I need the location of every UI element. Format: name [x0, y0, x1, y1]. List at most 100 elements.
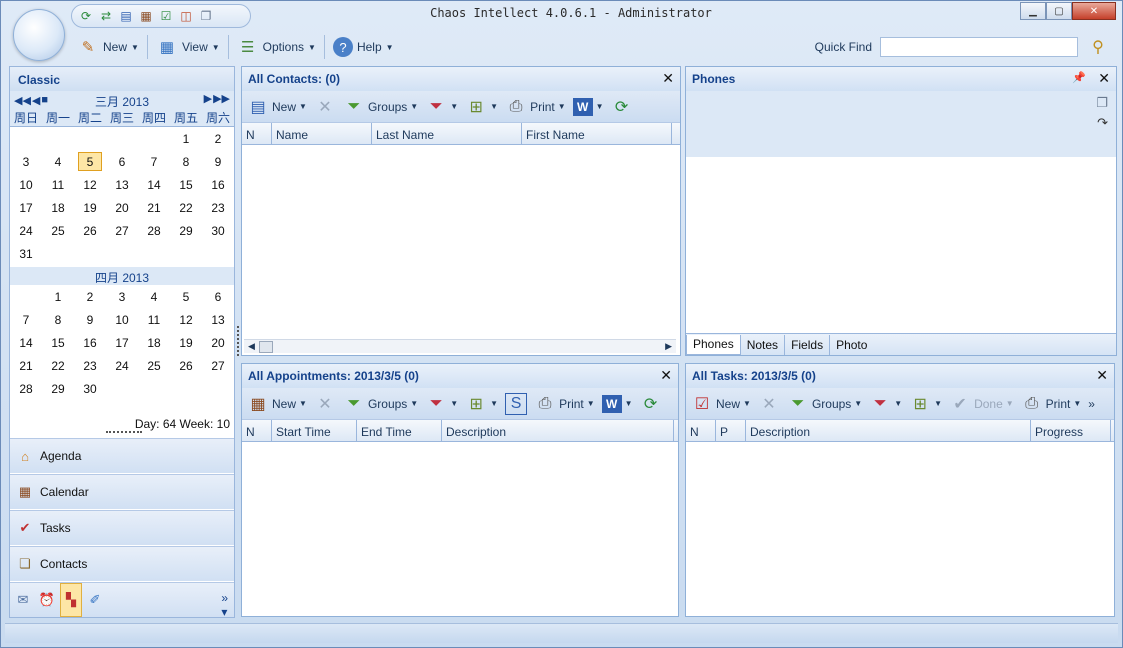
calendar-day[interactable]: 2 — [74, 285, 106, 308]
app-orb-button[interactable] — [13, 9, 65, 61]
search-icon[interactable]: ⚲ — [1086, 35, 1110, 59]
calendar-day[interactable]: 15 — [42, 331, 74, 354]
column-header[interactable]: N — [686, 420, 716, 441]
calendar-day[interactable]: 27 — [202, 354, 234, 377]
column-header[interactable]: P — [716, 420, 746, 441]
next-month-icon[interactable]: ▶ — [204, 92, 212, 105]
calendar-day[interactable]: 22 — [170, 196, 202, 219]
calendar-day[interactable]: 27 — [106, 219, 138, 242]
calendar-day[interactable]: 14 — [138, 173, 170, 196]
calendar-day[interactable]: 6 — [106, 150, 138, 173]
calendar-day[interactable]: 19 — [74, 196, 106, 219]
tasks-tree-button[interactable]: ⊞ ▼ — [906, 391, 945, 417]
contacts-delete-button[interactable]: ✕ — [311, 94, 339, 120]
pin-icon[interactable]: 📌 — [1072, 71, 1086, 84]
redo-icon[interactable]: ↷ — [1097, 115, 1108, 131]
calendar-day[interactable]: 10 — [10, 173, 42, 196]
column-header[interactable]: Progress — [1031, 420, 1111, 441]
tab-photo[interactable]: Photo — [830, 335, 873, 355]
nav-contacts[interactable]: ❏ Contacts — [10, 546, 234, 581]
scroll-left-icon[interactable]: ◀ — [244, 341, 259, 352]
tab-phones[interactable]: Phones — [686, 334, 741, 355]
close-icon[interactable]: ✕ — [1098, 70, 1110, 87]
column-header[interactable]: Description — [442, 420, 674, 441]
contacts-refresh-button[interactable]: ⟳ — [608, 94, 636, 120]
calendar-day[interactable]: 28 — [10, 377, 42, 400]
contacts-filter-button[interactable]: ⏷ ▼ — [422, 94, 461, 120]
contacts-word-button[interactable]: W ▼ — [570, 94, 607, 120]
appointments-print-button[interactable]: ⎙ Print ▼ — [531, 391, 598, 417]
calendar-day[interactable]: 19 — [170, 331, 202, 354]
appointments-word-button[interactable]: W ▼ — [599, 391, 636, 417]
calendar-day[interactable]: 12 — [74, 173, 106, 196]
calendar-day[interactable]: 3 — [106, 285, 138, 308]
calendar-day[interactable]: 1 — [170, 127, 202, 150]
contacts-print-button[interactable]: ⎙ Print ▼ — [502, 94, 569, 120]
resize-grip[interactable] — [106, 431, 142, 434]
appointments-groups-button[interactable]: ⏷ Groups ▼ — [340, 391, 421, 417]
calendar-day[interactable]: 7 — [10, 308, 42, 331]
nav-calendar[interactable]: ▦ Calendar — [10, 474, 234, 509]
maximize-icon[interactable]: ▢ — [1046, 2, 1072, 20]
view-button[interactable]: ▦ View ▼ — [150, 33, 226, 61]
tasks-delete-button[interactable]: ✕ — [755, 391, 783, 417]
calendar-day[interactable]: 8 — [42, 308, 74, 331]
calendar-day[interactable]: 16 — [74, 331, 106, 354]
help-button[interactable]: ? Help ▼ — [327, 33, 400, 61]
contacts-tree-button[interactable]: ⊞ ▼ — [462, 94, 501, 120]
calendar-day[interactable]: 31 — [10, 242, 42, 265]
calendar-day[interactable]: 4 — [42, 150, 74, 173]
tab-fields[interactable]: Fields — [785, 334, 831, 355]
calendar-day[interactable]: 5 — [78, 152, 102, 171]
calendar-day[interactable]: 26 — [74, 219, 106, 242]
calendar-day[interactable]: 3 — [10, 150, 42, 173]
calendar-day[interactable]: 17 — [106, 331, 138, 354]
tasks-groups-button[interactable]: ⏷ Groups ▼ — [784, 391, 865, 417]
appointments-new-button[interactable]: ▦ New ▼ — [244, 391, 310, 417]
calendar-day[interactable]: 1 — [42, 285, 74, 308]
calendar-day[interactable]: 23 — [202, 196, 234, 219]
calendar-day[interactable]: 9 — [202, 150, 234, 173]
panel-splitter[interactable] — [237, 326, 239, 356]
minimize-icon[interactable]: ▁ — [1020, 2, 1046, 20]
nav-tasks[interactable]: ✔ Tasks — [10, 510, 234, 545]
close-icon[interactable]: ✕ — [1096, 367, 1108, 384]
column-header[interactable]: Start Time — [272, 420, 357, 441]
calendar-day[interactable]: 24 — [106, 354, 138, 377]
tasks-done-button[interactable]: ✔ Done ▼ — [946, 391, 1017, 417]
calendar-day[interactable]: 9 — [74, 308, 106, 331]
column-header[interactable]: Description — [746, 420, 1031, 441]
options-button[interactable]: ☰ Options ▼ — [231, 33, 322, 61]
calendar-day[interactable]: 29 — [42, 377, 74, 400]
calendar-day[interactable]: 25 — [138, 354, 170, 377]
calendar-day[interactable]: 4 — [138, 285, 170, 308]
next-year-icon[interactable]: ▶▶ — [213, 92, 230, 105]
calendar-day[interactable]: 23 — [74, 354, 106, 377]
calendar-day[interactable]: 2 — [202, 127, 234, 150]
calendar-day[interactable]: 8 — [170, 150, 202, 173]
appointments-delete-button[interactable]: ✕ — [311, 391, 339, 417]
calendar-day[interactable]: 25 — [42, 219, 74, 242]
calendar-day[interactable]: 13 — [106, 173, 138, 196]
calendar-day[interactable]: 14 — [10, 331, 42, 354]
column-header[interactable]: Name — [272, 123, 372, 144]
column-header[interactable]: End Time — [357, 420, 442, 441]
calendar-day[interactable]: 17 — [10, 196, 42, 219]
tasks-print-button[interactable]: ⎙ Print ▼ — [1018, 391, 1085, 417]
calendar-day[interactable]: 20 — [106, 196, 138, 219]
close-icon[interactable]: ✕ — [1072, 2, 1116, 20]
calendar-day[interactable]: 22 — [42, 354, 74, 377]
calendar-day[interactable]: 7 — [138, 150, 170, 173]
appointments-tree-button[interactable]: ⊞ ▼ — [462, 391, 501, 417]
contacts-new-button[interactable]: ▤ New ▼ — [244, 94, 310, 120]
tab-notes[interactable]: Notes — [741, 334, 786, 355]
tasks-filter-button[interactable]: ⏷ ▼ — [866, 391, 905, 417]
close-icon[interactable]: ✕ — [660, 367, 672, 384]
tasks-new-button[interactable]: ☑ New ▼ — [688, 391, 754, 417]
scroll-right-icon[interactable]: ▶ — [661, 341, 676, 352]
new-button[interactable]: ✎ New ▼ — [71, 33, 145, 61]
contacts-groups-button[interactable]: ⏷ Groups ▼ — [340, 94, 421, 120]
calendar-day[interactable]: 10 — [106, 308, 138, 331]
calendar-day[interactable]: 30 — [74, 377, 106, 400]
column-header[interactable]: Last Name — [372, 123, 522, 144]
